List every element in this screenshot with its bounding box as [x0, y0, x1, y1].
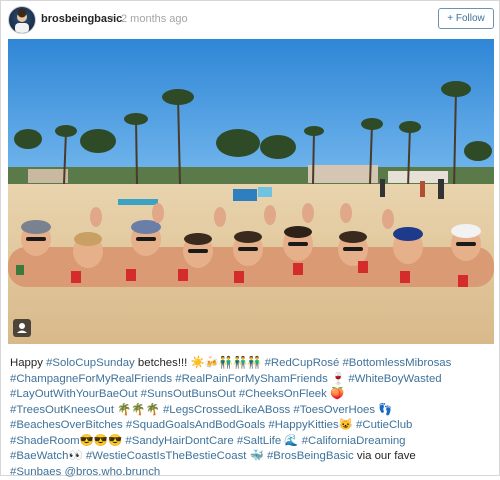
hashtag-link[interactable]: #CutieClub	[356, 419, 412, 431]
caption-text: 🍑	[327, 388, 344, 400]
hashtag-link[interactable]: #ChampagneForMyRealFriends	[10, 373, 172, 385]
caption-text: 😎😎😎	[80, 435, 126, 447]
caption-line: #ShadeRoom😎😎😎 #SandyHairDontCare #SaltLi…	[10, 434, 494, 450]
caption-text: 🐳	[246, 450, 267, 462]
hashtag-link[interactable]: #ToesOverHoes	[293, 404, 375, 416]
caption-text: 🍷	[328, 373, 349, 385]
hashtag-link[interactable]: #LayOutWithYourBaeOut	[10, 388, 137, 400]
hashtag-link[interactable]: #CaliforniaDreaming	[302, 435, 406, 447]
caption-line: #Sunbaes @bros.who.brunch	[10, 465, 494, 480]
photo-tag-icon[interactable]	[13, 319, 31, 337]
caption-text: 😺	[339, 419, 356, 431]
hashtag-link[interactable]: #TreesOutKneesOut	[10, 404, 114, 416]
hashtag-link[interactable]: #BeachesOverBitches	[10, 419, 123, 431]
instagram-post-card: brosbeingbasic • 2 months ago + Follow	[0, 0, 500, 476]
hashtag-link[interactable]: #ShadeRoom	[10, 435, 80, 447]
hashtag-link[interactable]: #HappyKitties	[268, 419, 338, 431]
caption-line: #ChampagneForMyRealFriends #RealPainForM…	[10, 372, 494, 388]
caption-text: via our fave	[354, 450, 416, 462]
caption-line: Happy #SoloCupSunday betches!!! ☀️🍻👬👬👬 #…	[10, 356, 494, 372]
user-tag-icon	[13, 319, 31, 337]
hashtag-link[interactable]: #BrosBeingBasic	[267, 450, 354, 462]
hashtag-link[interactable]: #WestieCoastIsTheBestieCoast	[86, 450, 247, 462]
caption-line: #BeachesOverBitches #SquadGoalsAndBodGoa…	[10, 418, 494, 434]
caption-text: Happy	[10, 357, 46, 369]
caption-text: 🌊	[281, 435, 302, 447]
hashtag-link[interactable]: #RealPainForMyShamFriends	[175, 373, 328, 385]
hashtag-link[interactable]: #CheeksOnFleek	[239, 388, 327, 400]
caption-text: 👀	[68, 450, 85, 462]
caption-line: #TreesOutKneesOut 🌴🌴🌴 #LegsCrossedLikeAB…	[10, 403, 494, 419]
follow-button[interactable]: + Follow	[438, 8, 494, 29]
hashtag-link[interactable]: #WhiteBoyWasted	[348, 373, 441, 385]
hashtag-link[interactable]: #RedCupRosé	[265, 357, 340, 369]
avatar-image	[9, 7, 35, 33]
post-caption: Happy #SoloCupSunday betches!!! ☀️🍻👬👬👬 #…	[10, 356, 494, 480]
hashtag-link[interactable]: #SoloCupSunday	[46, 357, 135, 369]
caption-text: betches!!! ☀️🍻👬👬👬	[135, 357, 265, 369]
hashtag-link[interactable]: #BaeWatch	[10, 450, 68, 462]
caption-text: 🌴🌴🌴	[114, 404, 163, 416]
caption-line: #BaeWatch👀 #WestieCoastIsTheBestieCoast …	[10, 449, 494, 465]
hashtag-link[interactable]: #BottomlessMibrosas	[342, 357, 451, 369]
post-photo[interactable]	[8, 39, 494, 344]
caption-line: #LayOutWithYourBaeOut #SunsOutBunsOut #C…	[10, 387, 494, 403]
separator-dot: •	[110, 12, 114, 24]
hashtag-link[interactable]: #LegsCrossedLikeABoss	[163, 404, 290, 416]
post-header: brosbeingbasic • 2 months ago + Follow	[1, 1, 499, 39]
hashtag-link[interactable]: #SunsOutBunsOut	[141, 388, 236, 400]
caption-text: 👣	[375, 404, 392, 416]
follow-button-label: + Follow	[447, 13, 485, 24]
beach-photo-illustration	[8, 39, 494, 344]
hashtag-link[interactable]: #SquadGoalsAndBodGoals	[126, 419, 265, 431]
post-timestamp[interactable]: 2 months ago	[121, 13, 188, 25]
hashtag-link[interactable]: #SandyHairDontCare	[125, 435, 233, 447]
hashtag-link[interactable]: #SaltLife	[237, 435, 281, 447]
avatar[interactable]	[8, 6, 36, 34]
